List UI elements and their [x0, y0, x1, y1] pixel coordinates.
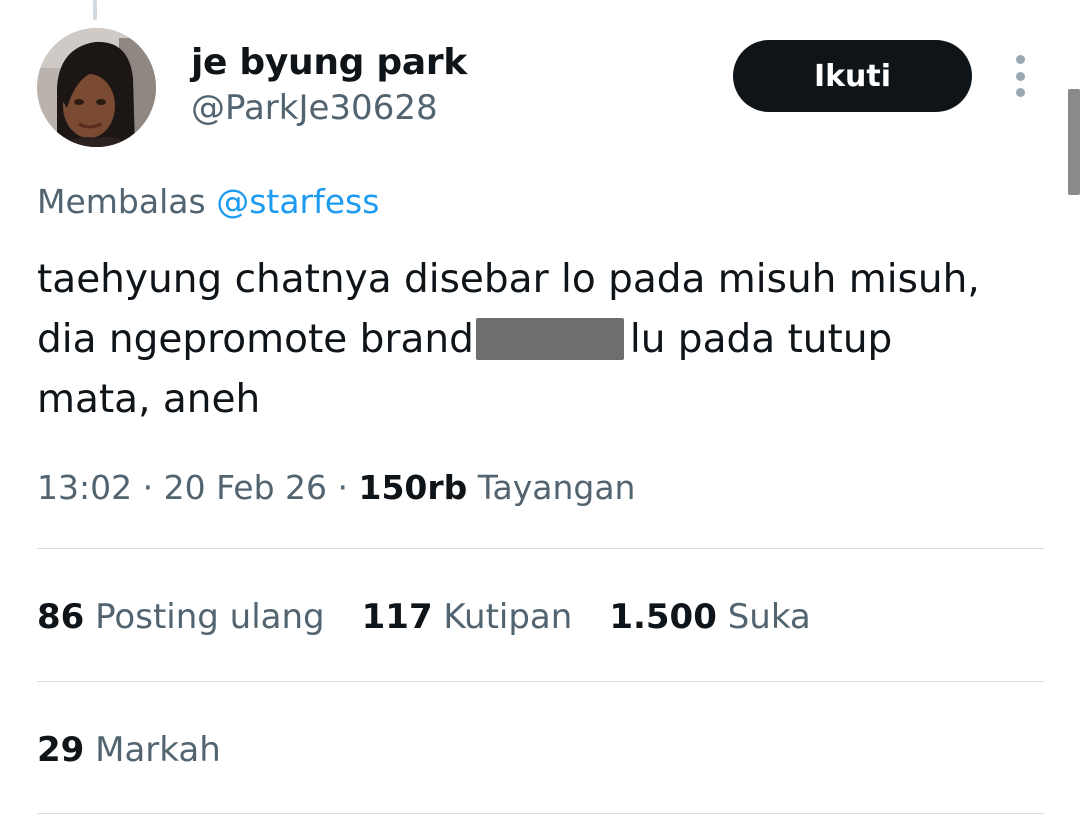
quotes-stat[interactable]: 117 Kutipan	[362, 594, 573, 640]
meta-separator: ·	[142, 468, 154, 507]
tweet-text-segment: lu pada tutup	[629, 317, 893, 362]
quotes-label: Kutipan	[443, 597, 573, 637]
divider	[37, 813, 1044, 814]
avatar[interactable]	[37, 28, 156, 147]
more-dot	[1015, 71, 1025, 81]
tweet-text-line: mata, aneh	[37, 377, 261, 422]
quotes-count: 117	[361, 597, 433, 637]
follow-button[interactable]: Ikuti	[733, 40, 972, 112]
likes-label: Suka	[727, 597, 811, 637]
views-count: 150rb	[358, 468, 468, 507]
author-display-name[interactable]: je byung park	[191, 41, 467, 85]
more-vertical-icon[interactable]	[1006, 55, 1034, 97]
reposts-stat[interactable]: 86 Posting ulang	[37, 594, 325, 640]
divider	[37, 681, 1044, 682]
tweet-text-segment: dia ngepromote brand	[37, 317, 474, 362]
reply-context: Membalas @starfess	[37, 181, 379, 223]
redaction-block	[475, 318, 624, 360]
reposts-label: Posting ulang	[95, 597, 325, 637]
tweet-time[interactable]: 13:02	[37, 468, 132, 507]
tweet-text-line: taehyung chatnya disebar lo pada misuh m…	[37, 257, 980, 302]
likes-stat[interactable]: 1.500 Suka	[609, 594, 810, 640]
bookmarks-stat[interactable]: 29 Markah	[37, 727, 221, 773]
author-handle[interactable]: @ParkJe30628	[191, 87, 438, 129]
avatar-image	[37, 28, 156, 147]
reply-mention-link[interactable]: @starfess	[216, 182, 379, 221]
reply-prefix: Membalas	[37, 182, 206, 221]
tweet-text: taehyung chatnya disebar lo pada misuh m…	[37, 250, 1057, 430]
reposts-count: 86	[37, 597, 85, 637]
divider	[37, 548, 1044, 549]
bookmarks-count: 29	[37, 730, 85, 770]
bookmarks-label: Markah	[95, 730, 221, 770]
thread-connector-line	[93, 0, 97, 20]
meta-separator: ·	[337, 468, 349, 507]
views-label: Tayangan	[477, 468, 636, 507]
scrollbar[interactable]	[1068, 89, 1080, 195]
more-dot	[1015, 55, 1025, 64]
tweet-date[interactable]: 20 Feb 26	[164, 468, 327, 507]
engagement-stats: 86 Posting ulang 117 Kutipan 1.500 Suka	[37, 594, 848, 640]
tweet-text-line: dia ngepromote brand lu pada tutup	[37, 310, 1057, 370]
more-dot	[1015, 88, 1025, 97]
tweet-metadata: 13:02 · 20 Feb 26 · 150rb Tayangan	[37, 466, 635, 510]
likes-count: 1.500	[609, 597, 717, 637]
